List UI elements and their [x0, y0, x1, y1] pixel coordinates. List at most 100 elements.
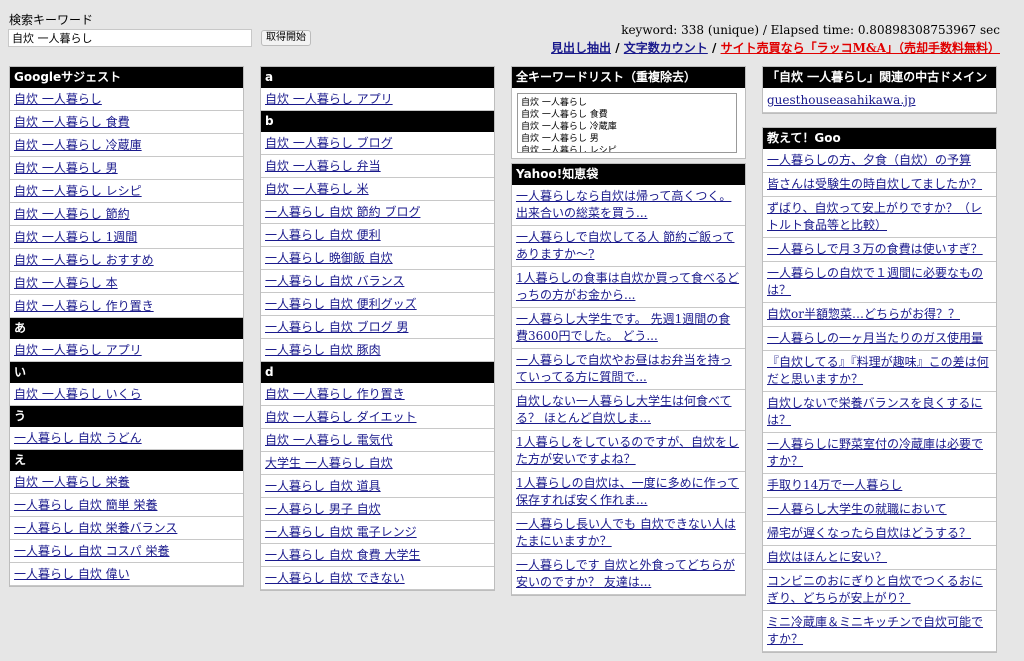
- keyword-link[interactable]: 一人暮らしで自炊やお昼はお弁当を持っていってる方に質問で...: [516, 353, 732, 384]
- keyword-link[interactable]: 自炊 一人暮らし 米: [265, 182, 369, 196]
- google-suggest-panel: Googleサジェスト 自炊 一人暮らし 自炊 一人暮らし 食費 自炊 一人暮らし …: [9, 66, 244, 587]
- keyword-link[interactable]: 一人暮らし 自炊 偉い: [14, 567, 130, 581]
- keyword-link[interactable]: 一人暮らし大学生の就職において: [767, 502, 947, 516]
- keyword-link[interactable]: 帰宅が遅くなったら自炊はどうする？: [767, 526, 971, 540]
- keyword-link[interactable]: 自炊しない一人暮らし大学生は何食べてる？ ほとんど自炊しま...: [516, 394, 732, 425]
- list-item: 一人暮らし 男子 自炊: [261, 498, 494, 521]
- keyword-link[interactable]: 自炊 一人暮らし 弁当: [265, 159, 381, 173]
- keyword-link[interactable]: 自炊 一人暮らし 節約: [14, 207, 130, 221]
- all-keywords-header: 全キーワードリスト（重複除去）: [512, 67, 745, 88]
- list-item: 自炊 一人暮らし 栄養: [10, 471, 243, 494]
- list-item: 自炊 一人暮らし ダイエット: [261, 406, 494, 429]
- keyword-link[interactable]: 自炊 一人暮らし 作り置き: [265, 387, 405, 401]
- keyword-link[interactable]: 自炊 一人暮らし ブログ: [265, 136, 393, 150]
- keyword-link[interactable]: 1人暮らしの食事は自炊か買って食べるどっちの方がお金から...: [516, 271, 739, 302]
- all-keywords-textarea[interactable]: 自炊 一人暮らし 自炊 一人暮らし 食費 自炊 一人暮らし 冷蔵庫 自炊 一人暮…: [517, 93, 737, 153]
- keyword-link[interactable]: 自炊 一人暮らし 冷蔵庫: [14, 138, 142, 152]
- keyword-link[interactable]: 自炊はほんとに安い？: [767, 550, 887, 564]
- list-item: 一人暮らしの一ヶ月当たりのガス使用量: [763, 327, 996, 351]
- keyword-link[interactable]: 一人暮らし 自炊 節約 ブログ: [265, 205, 420, 219]
- list-item: 自炊 一人暮らし 食費: [10, 111, 243, 134]
- keyword-link[interactable]: 一人暮らし 晩御飯 自炊: [265, 251, 393, 265]
- keyword-link[interactable]: 自炊 一人暮らし アプリ: [14, 343, 142, 357]
- used-domain-panel: 「自炊 一人暮らし」関連の中古ドメイン guesthouseasahikawa.…: [762, 66, 997, 114]
- keyword-link[interactable]: 一人暮らし 自炊 簡単 栄養: [14, 498, 157, 512]
- list-item: 一人暮らしなら自炊は帰って高くつく。出来合いの総菜を買う...: [512, 185, 745, 226]
- heading-extract-link[interactable]: 見出し抽出: [551, 41, 611, 55]
- used-domain-header: 「自炊 一人暮らし」関連の中古ドメイン: [763, 67, 996, 88]
- list-item: 一人暮らしの方、夕食（自炊）の予算: [763, 149, 996, 173]
- all-keywords-panel: 全キーワードリスト（重複除去） 自炊 一人暮らし 自炊 一人暮らし 食費 自炊 …: [511, 66, 746, 159]
- keyword-link[interactable]: 一人暮らし 自炊 ブログ 男: [265, 320, 408, 334]
- keyword-link[interactable]: 自炊 一人暮らし 栄養: [14, 475, 130, 489]
- list-item: 自炊はほんとに安い？: [763, 546, 996, 570]
- top-bar: 検索キーワード 取得開始 keyword: 338 (unique) / Ela…: [0, 0, 1024, 60]
- keyword-link[interactable]: 自炊 一人暮らし レシピ: [14, 184, 142, 198]
- char-count-link[interactable]: 文字数カウント: [624, 41, 708, 55]
- fetch-button[interactable]: 取得開始: [261, 30, 311, 46]
- keyword-link[interactable]: 一人暮らし 自炊 電子レンジ: [265, 525, 417, 539]
- keyword-link[interactable]: 手取り14万で一人暮らし: [767, 478, 902, 492]
- keyword-link[interactable]: 一人暮らし 自炊 コスパ 栄養: [14, 544, 169, 558]
- list-item: 自炊 一人暮らし 電気代: [261, 429, 494, 452]
- keyword-link[interactable]: 『自炊してる』『料理が趣味』この差は何だと思いますか？: [767, 355, 989, 386]
- list-item: 帰宅が遅くなったら自炊はどうする？: [763, 522, 996, 546]
- keyword-link[interactable]: 皆さんは受験生の時自炊してましたか？: [767, 177, 982, 191]
- list-item: 一人暮らし 晩御飯 自炊: [261, 247, 494, 270]
- keyword-link[interactable]: 一人暮らし大学生です。 先週1週間の食費3600円でした。 どう...: [516, 312, 730, 343]
- keyword-link[interactable]: 一人暮らし 自炊 バランス: [265, 274, 404, 288]
- keyword-link[interactable]: 一人暮らし 男子 自炊: [265, 502, 381, 516]
- rakko-ma-link[interactable]: サイト売買なら「ラッコM&A」（売却手数料無料）: [721, 41, 1000, 55]
- list-item: 一人暮らし 自炊 栄養バランス: [10, 517, 243, 540]
- list-item: 一人暮らし 自炊 便利: [261, 224, 494, 247]
- list-item: 一人暮らし 自炊 電子レンジ: [261, 521, 494, 544]
- keyword-link[interactable]: ずばり、自炊って安上がりですか？（レトルト食品等と比較）: [767, 201, 982, 232]
- list-item: 一人暮らし長い人でも 自炊できない人は たまにいますか？: [512, 513, 745, 554]
- keyword-link[interactable]: 一人暮らし 自炊 豚肉: [265, 343, 381, 357]
- keyword-link[interactable]: 自炊 一人暮らし アプリ: [265, 92, 393, 106]
- keyword-link[interactable]: 自炊 一人暮らし おすすめ: [14, 253, 154, 267]
- yahoo-chiebukuro-panel: Yahoo!知恵袋 一人暮らしなら自炊は帰って高くつく。出来合いの総菜を買う..…: [511, 163, 746, 596]
- keyword-link[interactable]: 一人暮らしです 自炊と外食ってどちらが安いのですか？ 友達は...: [516, 558, 735, 589]
- google-suggest-header: Googleサジェスト: [10, 67, 243, 88]
- keyword-link[interactable]: コンビニのおにぎりと自炊でつくるおにぎり、どちらが安上がり？: [767, 574, 983, 605]
- keyword-link[interactable]: 一人暮らしに野菜室付の冷蔵庫は必要ですか？: [767, 437, 983, 468]
- keyword-link[interactable]: 一人暮らし 自炊 できない: [265, 571, 405, 585]
- keyword-link[interactable]: 一人暮らし 自炊 道具: [265, 479, 381, 493]
- keyword-link[interactable]: 自炊 一人暮らし 電気代: [265, 433, 393, 447]
- keyword-link[interactable]: 自炊or半額惣菜…どちらがお得？？: [767, 307, 960, 321]
- list-item: guesthouseasahikawa.jp: [763, 88, 996, 113]
- keyword-link[interactable]: 自炊 一人暮らし 作り置き: [14, 299, 154, 313]
- keyword-link[interactable]: 一人暮らし 自炊 うどん: [14, 431, 142, 445]
- keyword-link[interactable]: 一人暮らしで自炊してる人 節約ご飯ってありますか〜?: [516, 230, 735, 261]
- keyword-link[interactable]: 一人暮らしで月３万の食費は使いすぎ？: [767, 242, 983, 256]
- keyword-link[interactable]: 自炊 一人暮らし 食費: [14, 115, 130, 129]
- list-item: 一人暮らし 自炊 道具: [261, 475, 494, 498]
- keyword-link[interactable]: 一人暮らしの方、夕食（自炊）の予算: [767, 153, 971, 167]
- keyword-link[interactable]: 自炊 一人暮らし 1週間: [14, 230, 137, 244]
- keyword-link[interactable]: 自炊 一人暮らし: [14, 92, 102, 106]
- keyword-link[interactable]: 一人暮らし 自炊 食費 大学生: [265, 548, 420, 562]
- keyword-link[interactable]: 一人暮らし 自炊 栄養バランス: [14, 521, 177, 535]
- keyword-link[interactable]: 自炊 一人暮らし いくら: [14, 387, 142, 401]
- keyword-link[interactable]: 一人暮らし 自炊 便利グッズ: [265, 297, 417, 311]
- keyword-link[interactable]: ミニ冷蔵庫＆ミニキッチンで自炊可能ですか？: [767, 615, 983, 646]
- alphabet-suggest-column: a 自炊 一人暮らし アプリ b 自炊 一人暮らし ブログ 自炊 一人暮らし 弁当…: [260, 66, 495, 599]
- keyword-link[interactable]: 自炊 一人暮らし ダイエット: [265, 410, 417, 424]
- keyword-link[interactable]: 自炊 一人暮らし 本: [14, 276, 118, 290]
- keyword-link[interactable]: 一人暮らしなら自炊は帰って高くつく。出来合いの総菜を買う...: [516, 189, 731, 220]
- keyword-link[interactable]: 大学生 一人暮らし 自炊: [265, 456, 393, 470]
- keyword-link[interactable]: 一人暮らし長い人でも 自炊できない人は たまにいますか？: [516, 517, 736, 548]
- list-item: 一人暮らし 自炊 節約 ブログ: [261, 201, 494, 224]
- search-input[interactable]: [8, 29, 252, 47]
- keyword-link[interactable]: 一人暮らしの自炊で１週間に必要なものは？: [767, 266, 983, 297]
- keyword-link[interactable]: 自炊しないで栄養バランスを良くするには？: [767, 396, 982, 427]
- keyword-link[interactable]: 一人暮らし 自炊 便利: [265, 228, 381, 242]
- keyword-link[interactable]: 1人暮らしをしているのですが、自炊をした方が安いですよね？: [516, 435, 739, 466]
- domain-link[interactable]: guesthouseasahikawa.jp: [767, 93, 916, 107]
- list-item: 自炊 一人暮らし 冷蔵庫: [10, 134, 243, 157]
- keyword-link[interactable]: 自炊 一人暮らし 男: [14, 161, 118, 175]
- keyword-link[interactable]: 一人暮らしの一ヶ月当たりのガス使用量: [767, 331, 983, 345]
- keyword-link[interactable]: 1人暮らしの自炊は、一度に多めに作って保存すれば安く作れま...: [516, 476, 739, 507]
- domain-goo-column: 「自炊 一人暮らし」関連の中古ドメイン guesthouseasahikawa.…: [762, 66, 997, 661]
